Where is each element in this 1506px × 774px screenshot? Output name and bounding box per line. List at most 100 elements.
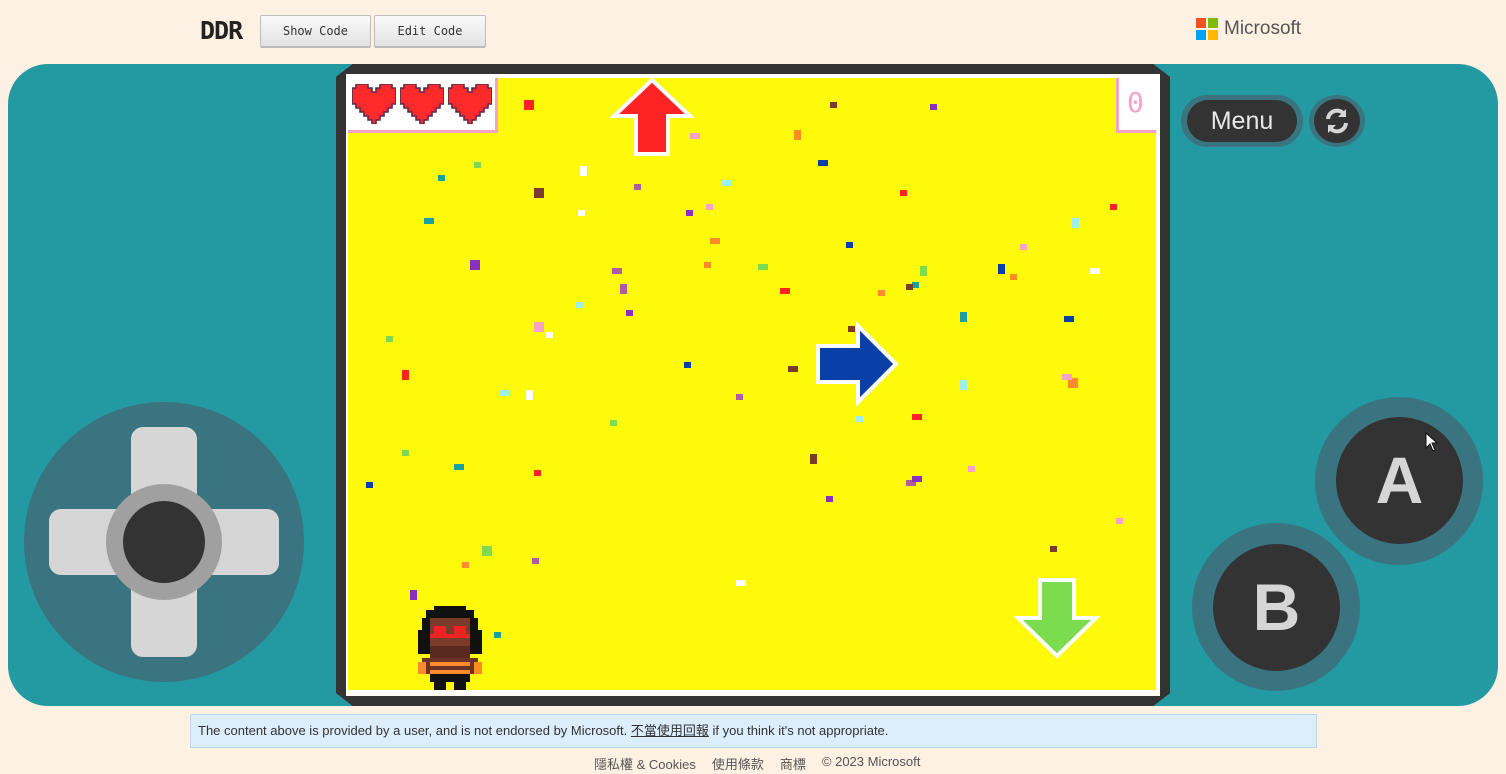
confetti-piece bbox=[524, 100, 534, 110]
dpad-center[interactable] bbox=[123, 501, 205, 583]
heart-icon bbox=[352, 84, 396, 124]
mouse-cursor-icon bbox=[1425, 432, 1439, 452]
microsoft-logo[interactable]: Microsoft bbox=[1196, 18, 1301, 40]
confetti-piece bbox=[878, 290, 885, 296]
game-screen[interactable]: 0 bbox=[346, 74, 1160, 696]
a-button[interactable]: A bbox=[1336, 417, 1463, 544]
confetti-piece bbox=[706, 204, 713, 210]
game-stage[interactable]: 0 bbox=[348, 78, 1156, 690]
confetti-piece bbox=[846, 242, 853, 248]
confetti-piece bbox=[710, 238, 720, 244]
confetti-piece bbox=[920, 266, 927, 276]
microsoft-logo-icon bbox=[1196, 18, 1218, 40]
confetti-piece bbox=[474, 162, 481, 168]
confetti-piece bbox=[626, 310, 633, 316]
notice-text-after: if you think it's not appropriate. bbox=[708, 723, 889, 738]
confetti-piece bbox=[482, 546, 492, 556]
confetti-piece bbox=[1010, 274, 1017, 280]
confetti-piece bbox=[722, 180, 732, 186]
refresh-icon bbox=[1326, 108, 1348, 134]
confetti-piece bbox=[906, 284, 913, 290]
confetti-piece bbox=[1090, 268, 1100, 274]
confetti-piece bbox=[410, 590, 417, 600]
confetti-piece bbox=[818, 160, 828, 166]
confetti-piece bbox=[1062, 374, 1072, 380]
confetti-piece bbox=[1072, 218, 1079, 228]
confetti-piece bbox=[912, 282, 919, 288]
confetti-piece bbox=[526, 390, 533, 400]
confetti-piece bbox=[366, 482, 373, 488]
heart-icon bbox=[448, 84, 492, 124]
confetti-piece bbox=[704, 262, 711, 268]
confetti-piece bbox=[788, 366, 798, 372]
confetti-piece bbox=[912, 414, 922, 420]
confetti-piece bbox=[912, 476, 922, 482]
footer-privacy-link[interactable]: 隱私權 & Cookies bbox=[594, 754, 696, 773]
confetti-piece bbox=[402, 370, 409, 380]
confetti-piece bbox=[998, 264, 1005, 274]
confetti-piece bbox=[534, 322, 544, 332]
confetti-piece bbox=[736, 394, 743, 400]
confetti-piece bbox=[686, 210, 693, 216]
confetti-piece bbox=[968, 466, 975, 472]
show-code-button[interactable]: Show Code bbox=[260, 15, 371, 47]
confetti-piece bbox=[1064, 316, 1074, 322]
confetti-piece bbox=[684, 362, 691, 368]
lives-hud bbox=[348, 78, 498, 133]
confetti-piece bbox=[610, 420, 617, 426]
confetti-piece bbox=[546, 332, 553, 338]
confetti-piece bbox=[634, 184, 641, 190]
menu-button[interactable]: Menu bbox=[1187, 100, 1297, 142]
footer-trademarks-link[interactable]: 商標 bbox=[780, 754, 806, 773]
refresh-button[interactable] bbox=[1314, 99, 1360, 143]
confetti-piece bbox=[1110, 204, 1117, 210]
confetti-piece bbox=[900, 190, 907, 196]
footer: 隱私權 & Cookies 使用條款 商標 © 2023 Microsoft bbox=[594, 754, 920, 773]
confetti-piece bbox=[534, 188, 544, 198]
confetti-piece bbox=[454, 464, 464, 470]
confetti-piece bbox=[810, 454, 817, 464]
confetti-piece bbox=[1020, 244, 1027, 250]
confetti-piece bbox=[580, 166, 587, 176]
app-title: DDR bbox=[200, 16, 243, 45]
confetti-piece bbox=[620, 284, 627, 294]
b-button[interactable]: B bbox=[1213, 544, 1340, 671]
confetti-piece bbox=[494, 632, 501, 638]
confetti-piece bbox=[930, 104, 937, 110]
arrow-down-icon bbox=[1014, 578, 1100, 659]
confetti-piece bbox=[1116, 518, 1123, 524]
confetti-piece bbox=[470, 260, 480, 270]
confetti-piece bbox=[1050, 546, 1057, 552]
content-notice: The content above is provided by a user,… bbox=[190, 714, 1317, 748]
report-abuse-link[interactable]: 不當使用回報 bbox=[631, 723, 709, 738]
footer-terms-link[interactable]: 使用條款 bbox=[712, 754, 764, 773]
confetti-piece bbox=[780, 288, 790, 294]
arrow-right-icon bbox=[816, 322, 899, 406]
confetti-piece bbox=[534, 470, 541, 476]
confetti-piece bbox=[438, 175, 445, 181]
confetti-piece bbox=[826, 496, 833, 502]
confetti-piece bbox=[856, 416, 863, 422]
confetti-piece bbox=[462, 562, 469, 568]
confetti-piece bbox=[500, 390, 510, 396]
arrow-up-icon bbox=[610, 78, 694, 156]
confetti-piece bbox=[612, 268, 622, 274]
confetti-piece bbox=[830, 102, 837, 108]
heart-icon bbox=[400, 84, 444, 124]
confetti-piece bbox=[402, 450, 409, 456]
microsoft-brand-text: Microsoft bbox=[1224, 18, 1302, 39]
score-display: 0 bbox=[1116, 78, 1156, 133]
edit-code-button[interactable]: Edit Code bbox=[374, 15, 486, 47]
confetti-piece bbox=[532, 558, 539, 564]
confetti-piece bbox=[758, 264, 768, 270]
notice-text-before: The content above is provided by a user,… bbox=[198, 723, 631, 738]
confetti-piece bbox=[960, 380, 967, 390]
confetti-piece bbox=[386, 336, 393, 342]
player-sprite bbox=[418, 606, 482, 690]
confetti-piece bbox=[960, 312, 967, 322]
confetti-piece bbox=[736, 580, 746, 586]
confetti-piece bbox=[424, 218, 434, 224]
footer-copyright: © 2023 Microsoft bbox=[821, 754, 921, 769]
confetti-piece bbox=[794, 130, 801, 140]
confetti-piece bbox=[578, 210, 585, 216]
